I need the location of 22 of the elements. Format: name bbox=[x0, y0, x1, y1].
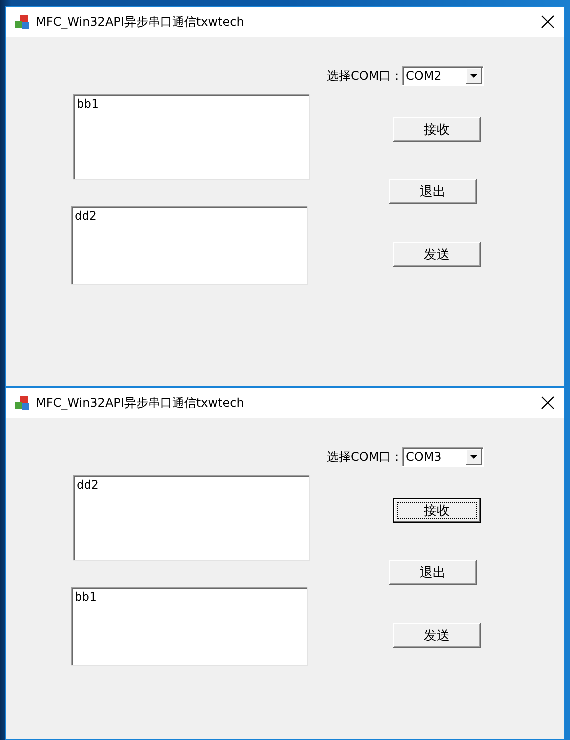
receive-button[interactable]: 接收 bbox=[393, 498, 481, 523]
send-button[interactable]: 发送 bbox=[393, 242, 481, 267]
app-icon bbox=[14, 395, 30, 411]
send-button[interactable]: 发送 bbox=[393, 623, 481, 648]
dropdown-arrow-icon[interactable] bbox=[470, 455, 478, 459]
combo-label: 选择COM口： bbox=[327, 449, 404, 466]
app-icon bbox=[14, 14, 30, 30]
close-icon[interactable] bbox=[541, 396, 555, 410]
port-dropdown[interactable]: COM2 bbox=[402, 66, 484, 86]
port-dropdown[interactable]: COM3 bbox=[402, 447, 484, 467]
window-title: MFC_Win32API异步串口通信txwtech bbox=[36, 394, 246, 412]
receive-button[interactable]: 接收 bbox=[393, 117, 481, 142]
dropdown-arrow-icon[interactable] bbox=[470, 74, 478, 78]
text-area[interactable]: dd2 bbox=[73, 475, 310, 561]
combo-label: 选择COM口： bbox=[327, 68, 404, 85]
window-title: MFC_Win32API异步串口通信txwtech bbox=[36, 14, 246, 30]
text-area[interactable]: bb1 bbox=[71, 587, 308, 666]
text-area[interactable]: dd2 bbox=[71, 206, 308, 285]
close-icon[interactable] bbox=[541, 15, 555, 29]
text-area[interactable]: bb1 bbox=[73, 94, 310, 180]
exit-button[interactable]: 退出 bbox=[389, 179, 477, 204]
exit-button[interactable]: 退出 bbox=[389, 560, 477, 585]
